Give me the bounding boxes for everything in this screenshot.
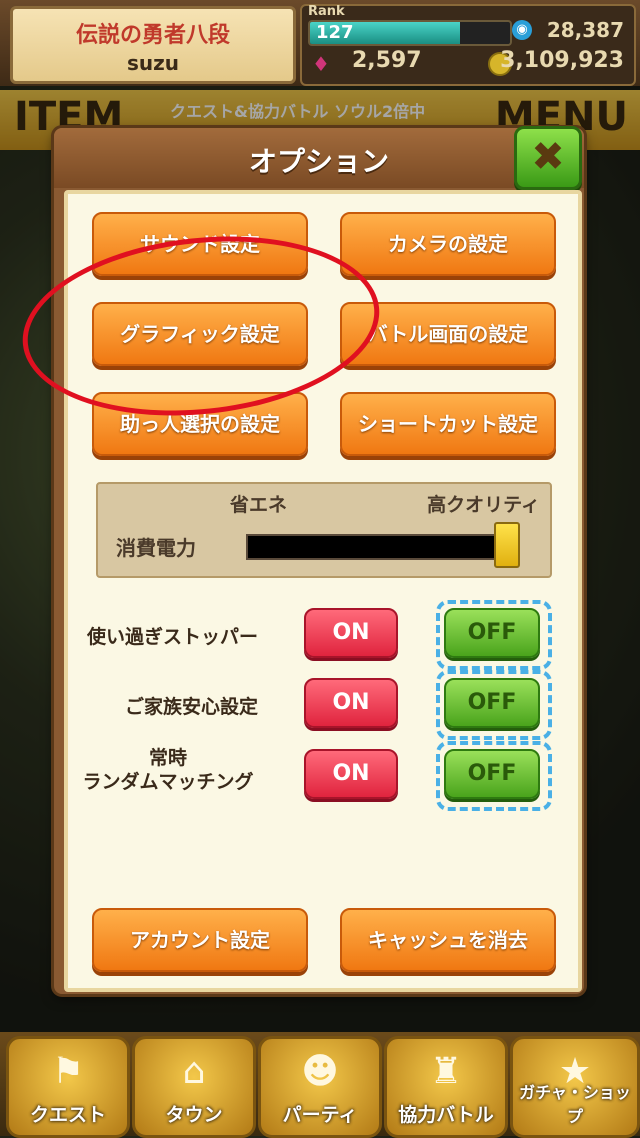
rank-progress-bar: 127 — [308, 20, 512, 46]
family-safety-off-button[interactable]: OFF — [444, 678, 540, 728]
random-matching-on-button[interactable]: ON — [304, 749, 398, 799]
power-label: 消費電力 — [116, 536, 196, 560]
coin-value: 3,109,923 — [500, 48, 624, 73]
overuse-stopper-off-button[interactable]: OFF — [444, 608, 540, 658]
quest-map-icon: ⚑ — [51, 1051, 85, 1092]
clear-cache-button[interactable]: キャッシュを消去 — [340, 908, 556, 972]
rank-value: 127 — [316, 22, 354, 43]
bottom-nav: ⚑ クエスト ⌂ タウン ☻ パーティ ♜ 協力バトル ★ ガチャ・ショップ — [0, 1032, 640, 1138]
dialog-header: オプション — [54, 128, 584, 188]
nav-gacha[interactable]: ★ ガチャ・ショップ — [510, 1036, 640, 1138]
status-bar: 伝説の勇者八段 suzu Rank 127 ◉ 28,387 ♦ 2,597 3… — [0, 0, 640, 86]
nav-gacha-label: ガチャ・ショップ — [519, 1083, 631, 1126]
overuse-stopper-on-button[interactable]: ON — [304, 608, 398, 658]
soul-value: 28,387 — [546, 18, 624, 42]
account-settings-button[interactable]: アカウント設定 — [92, 908, 308, 972]
rank-label: Rank — [308, 4, 345, 19]
power-consumption-panel: 省エネ 高クオリティ 消費電力 — [96, 482, 552, 578]
toggle-label-family-safety: ご家族安心設定 — [124, 696, 258, 718]
town-icon: ⌂ — [182, 1051, 206, 1092]
player-title-plate: 伝説の勇者八段 suzu — [10, 6, 296, 84]
nav-town[interactable]: ⌂ タウン — [132, 1036, 256, 1138]
power-eco-label: 省エネ — [230, 494, 288, 516]
gem-value: 2,597 — [352, 48, 422, 73]
toggle-label-overuse-stopper: 使い過ぎストッパー — [86, 626, 258, 648]
player-name: suzu — [126, 51, 180, 75]
player-title: 伝説の勇者八段 — [75, 23, 230, 48]
nav-quest[interactable]: ⚑ クエスト — [6, 1036, 130, 1138]
toggle-label-random-matching: 常時 ランダムマッチング — [82, 747, 254, 793]
nav-quest-label: クエスト — [29, 1104, 106, 1126]
castle-icon: ♜ — [429, 1051, 463, 1092]
nav-town-label: タウン — [165, 1104, 223, 1126]
random-matching-off-button[interactable]: OFF — [444, 749, 540, 799]
gem-icon: ♦ — [312, 52, 330, 76]
power-slider-handle[interactable] — [494, 522, 520, 568]
nav-party[interactable]: ☻ パーティ — [258, 1036, 382, 1138]
stats-panel: Rank 127 ◉ 28,387 ♦ 2,597 3,109,923 — [300, 4, 636, 86]
shortcut-settings-button[interactable]: ショートカット設定 — [340, 392, 556, 456]
nav-coop-label: 協力バトル — [398, 1104, 494, 1126]
power-slider-track[interactable] — [246, 534, 514, 560]
close-button[interactable]: ✖ — [514, 126, 582, 190]
nav-party-label: パーティ — [282, 1104, 358, 1126]
close-x-icon: ✖ — [531, 134, 565, 180]
camera-settings-button[interactable]: カメラの設定 — [340, 212, 556, 276]
dialog-title: オプション — [248, 145, 389, 178]
soul-icon: ◉ — [512, 20, 532, 40]
power-hq-label: 高クオリティ — [427, 494, 540, 516]
nav-coop[interactable]: ♜ 協力バトル — [384, 1036, 508, 1138]
family-safety-on-button[interactable]: ON — [304, 678, 398, 728]
party-icon: ☻ — [301, 1051, 339, 1092]
